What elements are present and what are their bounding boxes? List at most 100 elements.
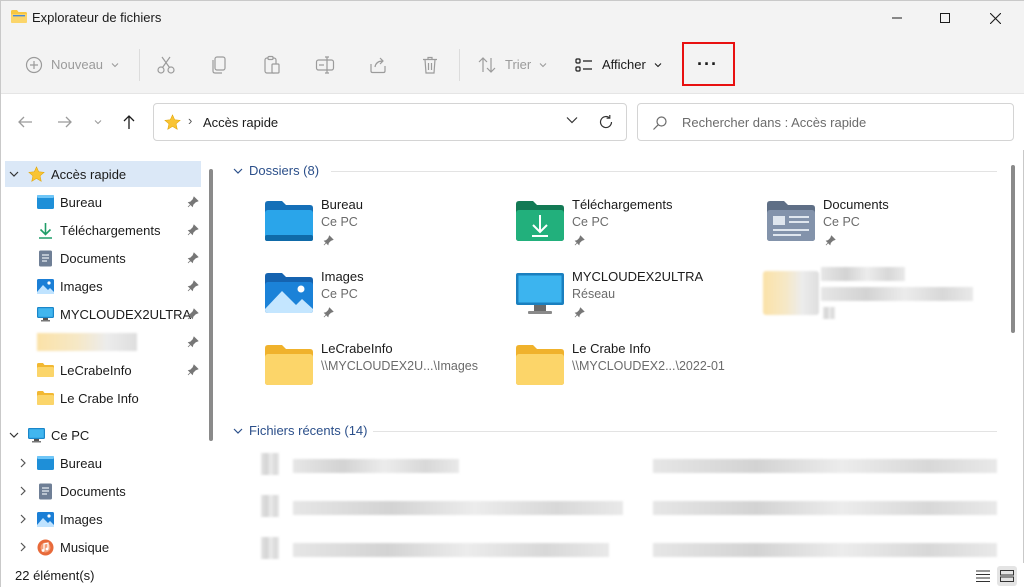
pin-icon[interactable] [187, 336, 199, 348]
sidebar-item-pc-images[interactable]: Images [19, 506, 201, 532]
sidebar-item-pc-musique[interactable]: Musique [19, 534, 201, 560]
search-input[interactable] [682, 113, 1002, 131]
more-options-icon: ··· [697, 54, 718, 74]
chevron-right-icon[interactable] [19, 458, 27, 468]
redacted-file-path [653, 501, 997, 515]
folder-location: \\MYCLOUDEX2...\2022-01 [572, 359, 725, 373]
network-monitor-icon [516, 273, 564, 314]
view-label: Afficher [602, 57, 646, 72]
redacted-file-icon [261, 453, 279, 475]
sidebar-scrollbar[interactable] [209, 169, 213, 441]
address-dropdown-icon[interactable] [566, 116, 578, 124]
separator [139, 49, 140, 81]
recent-locations-button[interactable] [86, 106, 110, 138]
tiles-view-icon [1000, 570, 1014, 582]
sidebar-item-le-crabe-info[interactable]: Le Crabe Info [37, 385, 201, 411]
recent-file-row[interactable] [257, 451, 997, 479]
folder-tile-bureau[interactable]: Bureau Ce PC [265, 197, 505, 257]
pin-icon[interactable] [187, 252, 199, 264]
redacted-label [37, 333, 137, 351]
chevron-down-icon[interactable] [9, 431, 19, 439]
pin-icon[interactable] [187, 364, 199, 376]
rename-button[interactable] [315, 35, 335, 94]
new-label: Nouveau [51, 57, 104, 72]
redacted-location [821, 287, 973, 301]
address-bar[interactable]: › Accès rapide [153, 103, 627, 141]
content-pane: Dossiers (8) Bureau Ce PC Téléchargement… [221, 151, 1017, 563]
delete-button[interactable] [420, 35, 440, 94]
arrow-left-icon [18, 116, 32, 128]
pin-icon [323, 235, 334, 246]
copy-button[interactable] [209, 35, 229, 94]
pin-icon[interactable] [187, 308, 199, 320]
redacted-name [821, 267, 905, 281]
redacted-folder-icon [763, 271, 819, 315]
pin-icon[interactable] [187, 280, 199, 292]
folders-section-header[interactable]: Dossiers (8) [233, 163, 319, 178]
sidebar-item-redacted-folder[interactable] [37, 329, 201, 355]
sidebar-item-label: Bureau [60, 194, 102, 210]
folder-tile-documents[interactable]: Documents Ce PC [767, 197, 1007, 257]
folder-icon [37, 391, 54, 405]
folders-section-label: Dossiers (8) [249, 163, 320, 178]
sidebar-item-mycloudex2ultra[interactable]: MYCLOUDEX2ULTRA [37, 301, 201, 327]
back-button[interactable] [13, 106, 37, 138]
content-scrollbar[interactable] [1011, 165, 1015, 333]
maximize-button[interactable] [921, 1, 969, 35]
sort-button[interactable]: Trier [477, 35, 547, 94]
maximize-icon [940, 13, 950, 23]
chevron-down-icon[interactable] [9, 170, 19, 178]
tiles-view-button[interactable] [997, 566, 1017, 586]
separator [459, 49, 460, 81]
forward-button[interactable] [53, 106, 77, 138]
recent-section-header[interactable]: Fichiers récents (14) [233, 423, 367, 438]
share-button[interactable] [368, 35, 388, 94]
pictures-folder-icon [265, 273, 313, 313]
sidebar-item-label: Ce PC [51, 427, 90, 443]
view-button[interactable]: Afficher [574, 35, 662, 94]
chevron-right-icon[interactable] [19, 486, 27, 496]
chevron-right-icon[interactable] [19, 542, 27, 552]
search-box[interactable] [637, 103, 1014, 141]
sidebar-item-pc-documents[interactable]: Documents [19, 478, 201, 504]
sidebar-item-lecrabeinfo[interactable]: LeCrabeInfo [37, 357, 201, 383]
folder-tile-mycloudex2ultra[interactable]: MYCLOUDEX2ULTRA Réseau [516, 269, 756, 329]
sidebar-item-pc-bureau[interactable]: Bureau [19, 450, 201, 476]
pin-icon[interactable] [187, 224, 199, 236]
sidebar-item-telechargements[interactable]: Téléchargements [37, 217, 201, 243]
minimize-button[interactable] [873, 1, 921, 35]
folder-name: Documents [823, 197, 889, 212]
sidebar-item-images[interactable]: Images [37, 273, 201, 299]
sidebar-item-ce-pc[interactable]: Ce PC [5, 422, 201, 448]
downloads-folder-icon [516, 201, 564, 241]
status-bar: 22 élément(s) [1, 563, 1024, 587]
folder-tile-le-crabe-info[interactable]: Le Crabe Info \\MYCLOUDEX2...\2022-01 [516, 341, 756, 401]
pin-icon [323, 307, 334, 318]
redacted-file-icon [261, 495, 279, 517]
folder-tile-lecrabeinfo[interactable]: LeCrabeInfo \\MYCLOUDEX2U...\Images [265, 341, 505, 401]
sidebar-item-bureau[interactable]: Bureau [37, 189, 201, 215]
recent-file-row[interactable] [257, 537, 997, 563]
details-view-button[interactable] [973, 566, 993, 586]
folder-location: Ce PC [321, 215, 358, 229]
up-button[interactable] [117, 106, 141, 138]
documents-folder-icon [767, 201, 815, 241]
documents-icon [39, 483, 52, 499]
chevron-down-icon [233, 168, 243, 174]
breadcrumb-current[interactable]: Accès rapide [203, 115, 278, 130]
pin-icon[interactable] [187, 196, 199, 208]
folder-tile-telechargements[interactable]: Téléchargements Ce PC [516, 197, 756, 257]
new-button[interactable]: Nouveau [25, 35, 119, 94]
recent-file-row[interactable] [257, 495, 997, 523]
sidebar-item-quick-access[interactable]: Accès rapide [5, 161, 201, 187]
folder-tile-images[interactable]: Images Ce PC [265, 269, 505, 329]
share-icon [370, 57, 386, 73]
chevron-right-icon[interactable] [19, 514, 27, 524]
cut-button[interactable] [156, 35, 176, 94]
redacted-file-path [653, 459, 997, 473]
refresh-icon[interactable] [598, 114, 614, 130]
sidebar-item-documents[interactable]: Documents [37, 245, 201, 271]
paste-button[interactable] [262, 35, 282, 94]
folder-tile-redacted[interactable] [763, 265, 1003, 325]
close-button[interactable] [971, 1, 1019, 35]
